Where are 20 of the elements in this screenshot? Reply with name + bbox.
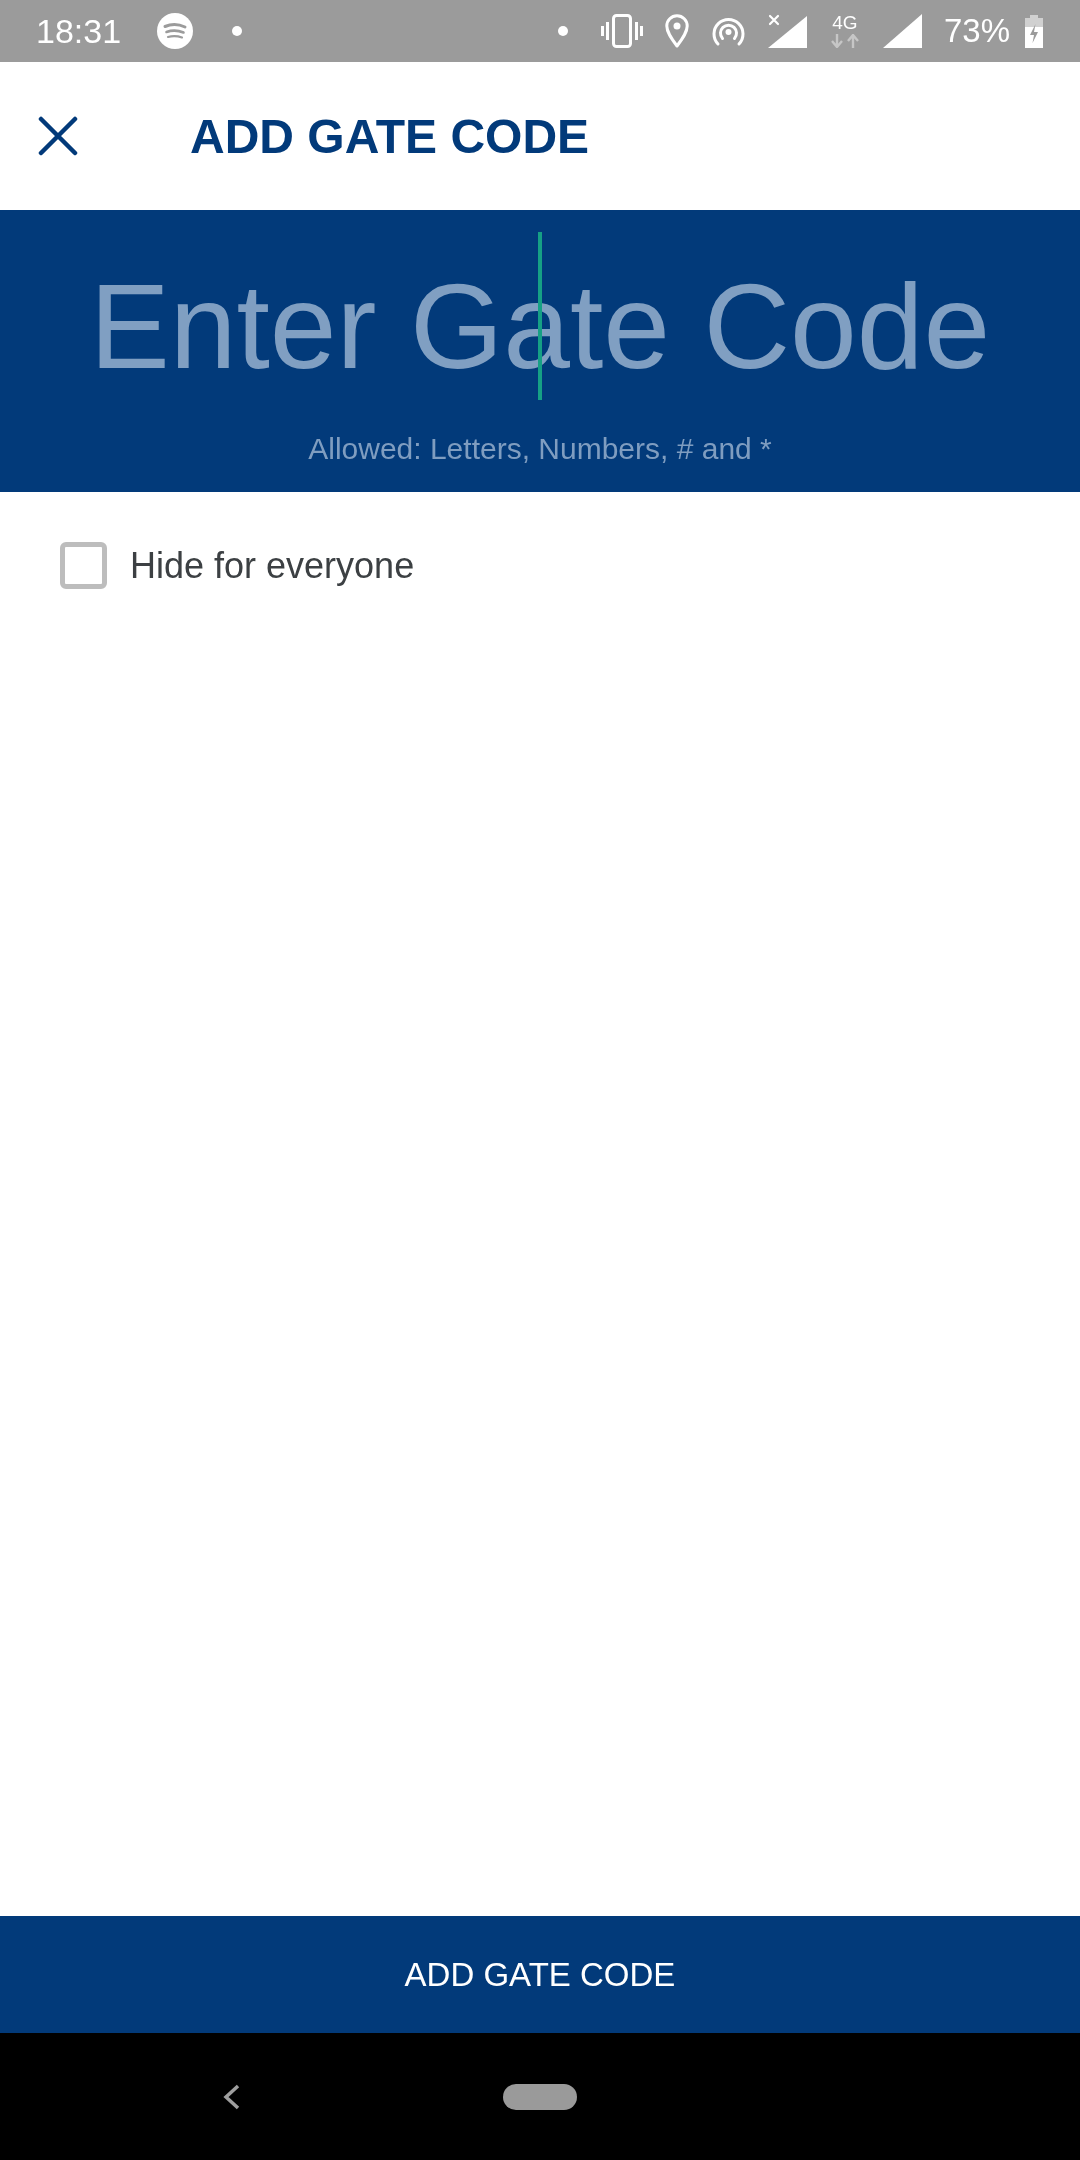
network-type-label: 4G: [832, 14, 858, 32]
battery-charging-icon: [1025, 14, 1043, 48]
add-gate-code-button[interactable]: ADD GATE CODE: [0, 1916, 1080, 2033]
data-arrows-icon: [829, 34, 860, 48]
signal-icon: [882, 14, 922, 48]
input-hint: Allowed: Letters, Numbers, # and *: [308, 431, 772, 467]
battery-percent: 73%: [943, 11, 1010, 51]
music-app-icon: [157, 13, 194, 49]
notification-dot-icon: [557, 26, 568, 36]
vibrate-icon: [600, 14, 643, 48]
screen-title: ADD GATE CODE: [190, 108, 590, 164]
notification-dot-icon: [232, 26, 243, 36]
close-icon[interactable]: [38, 116, 78, 156]
home-pill[interactable]: [503, 2083, 577, 2110]
checkbox-label[interactable]: Hide for everyone: [130, 543, 415, 588]
back-icon[interactable]: [222, 2083, 240, 2110]
signal-cross-icon: [767, 14, 807, 48]
location-pin-icon: [664, 14, 689, 48]
status-time: 18:31: [36, 11, 122, 51]
checkbox[interactable]: [60, 542, 107, 589]
